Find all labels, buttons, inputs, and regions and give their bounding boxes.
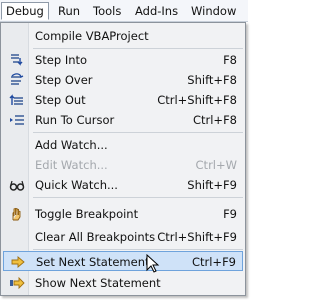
glasses-icon [9, 178, 25, 192]
arrow-right-icon [10, 255, 26, 269]
menu-item-shortcut: Ctrl+Shift+F9 [157, 230, 237, 244]
menu-item-shortcut: F9 [223, 207, 237, 221]
menu-item-label: Add Watch... [35, 138, 108, 152]
menu-run[interactable]: Run [53, 2, 85, 20]
menu-item-label: Step Over [35, 73, 93, 87]
menu-item-shortcut: F8 [223, 53, 237, 67]
menu-item-quick-watch[interactable]: Quick Watch... Shift+F9 [3, 175, 243, 195]
menu-add-ins[interactable]: Add-Ins [130, 2, 183, 20]
menu-item-run-to-cursor[interactable]: Run To Cursor Ctrl+F8 [3, 110, 243, 130]
menu-item-shortcut: Shift+F8 [187, 73, 237, 87]
mouse-pointer-icon [146, 254, 160, 273]
menu-debug-label: Debug [6, 4, 44, 18]
menu-item-toggle-breakpoint[interactable]: Toggle Breakpoint F9 [3, 204, 243, 224]
menu-item-step-over[interactable]: Step Over Shift+F8 [3, 70, 243, 90]
menu-item-compile[interactable]: Compile VBAProject [3, 26, 243, 46]
menu-item-show-next-statement[interactable]: Show Next Statement [3, 273, 243, 293]
menu-item-label: Clear All Breakpoints [35, 230, 156, 244]
menu-item-label: Step Out [35, 93, 86, 107]
menu-item-label: Edit Watch... [35, 158, 108, 172]
menu-item-edit-watch[interactable]: Edit Watch... Ctrl+W [3, 155, 243, 175]
menu-item-shortcut: Ctrl+F9 [191, 255, 236, 269]
menu-separator [33, 197, 243, 198]
menu-item-shortcut: Ctrl+F8 [192, 113, 237, 127]
arrow-show-icon [9, 276, 25, 290]
menu-debug[interactable]: Debug [1, 2, 49, 20]
menu-item-add-watch[interactable]: Add Watch... [3, 135, 243, 155]
menu-item-label: Set Next Statement [36, 255, 150, 269]
menu-separator [33, 48, 243, 49]
menu-window[interactable]: Window [186, 2, 241, 20]
step-out-icon [9, 93, 25, 107]
menu-separator [33, 132, 243, 133]
menu-bar: Debug Run Tools Add-Ins Window [0, 0, 248, 22]
menu-item-shortcut: Ctrl+Shift+F8 [157, 93, 237, 107]
step-over-icon [9, 73, 25, 87]
menu-item-clear-all-breakpoints[interactable]: Clear All Breakpoints Ctrl+Shift+F9 [3, 227, 243, 247]
menu-item-label: Show Next Statement [35, 276, 161, 290]
menu-add-ins-label: Add-Ins [135, 4, 179, 18]
menu-item-shortcut: Ctrl+W [195, 158, 237, 172]
hand-icon [9, 207, 25, 221]
menu-item-step-into[interactable]: Step Into F8 [3, 50, 243, 70]
menu-item-label: Compile VBAProject [35, 29, 149, 43]
menu-item-label: Toggle Breakpoint [35, 207, 139, 221]
menu-item-step-out[interactable]: Step Out Ctrl+Shift+F8 [3, 90, 243, 110]
menu-item-set-next-statement[interactable]: Set Next Statement Ctrl+F9 [3, 251, 243, 271]
menu-tools-label: Tools [93, 4, 122, 18]
step-into-icon [9, 53, 25, 67]
menu-item-shortcut: Shift+F9 [187, 178, 237, 192]
menu-run-label: Run [58, 4, 81, 18]
debug-dropdown-menu: Compile VBAProject Step Into F8 Step Ove… [0, 22, 246, 296]
menu-tools[interactable]: Tools [88, 2, 126, 20]
menu-item-label: Run To Cursor [35, 113, 115, 127]
run-to-cursor-icon [9, 113, 25, 127]
menu-window-label: Window [191, 4, 237, 18]
menu-separator [33, 249, 243, 250]
menu-item-label: Step Into [35, 53, 88, 67]
menu-item-label: Quick Watch... [35, 178, 118, 192]
